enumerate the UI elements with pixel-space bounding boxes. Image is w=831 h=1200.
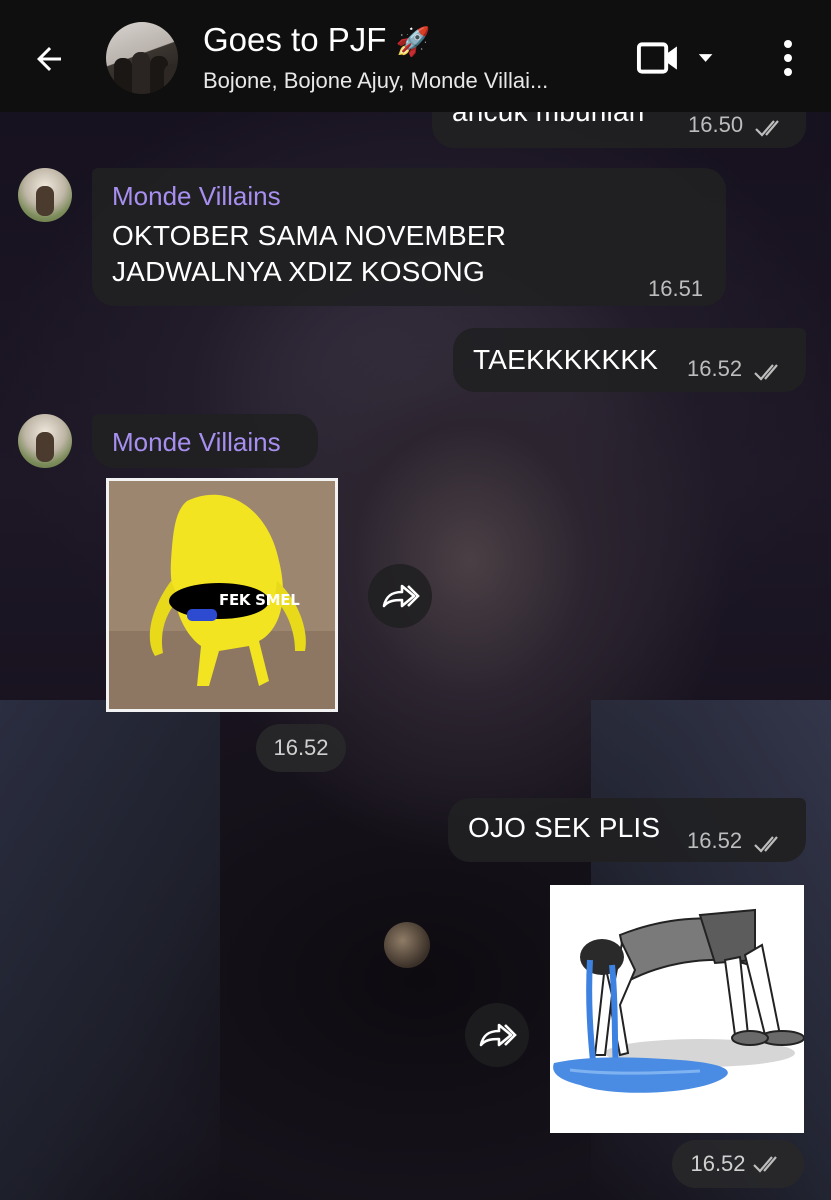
message-time: 16.52 [687, 356, 743, 381]
video-camera-icon [636, 42, 677, 74]
crying-backbend-image [550, 885, 804, 1133]
forward-icon [382, 584, 420, 608]
forward-icon [479, 1023, 517, 1047]
forward-button[interactable] [368, 564, 432, 628]
chat-header: Goes to PJF 🚀 Bojone, Bojone Ajuy, Monde… [0, 0, 831, 112]
message-text: OJO SEK PLIS [468, 812, 661, 843]
more-options-button[interactable] [768, 32, 808, 84]
message-time: 16.51 [648, 276, 704, 301]
message-outgoing[interactable]: OJO SEK PLIS 16.52 [448, 798, 806, 862]
sender-name-bubble[interactable]: Monde Villains [92, 414, 318, 468]
message-outgoing[interactable]: TAEKKKKKKK 16.52 [453, 328, 806, 392]
message-text-line2: JADWALNYA XDIZ KOSONG [112, 256, 485, 287]
double-check-icon [754, 120, 779, 137]
message-text-line1: OKTOBER SAMA NOVEMBER [112, 220, 507, 251]
sender-name[interactable]: Monde Villains [112, 180, 281, 212]
dropdown-triangle-icon [698, 54, 713, 62]
double-check-icon [753, 836, 778, 853]
group-avatar[interactable] [106, 22, 178, 94]
video-call-button[interactable] [636, 36, 720, 80]
back-arrow-icon [37, 47, 61, 71]
sticker-image[interactable] [550, 885, 804, 1133]
message-text: TAEKKKKKKK [473, 344, 659, 375]
chat-title-block[interactable]: Goes to PJF 🚀 Bojone, Bojone Ajuy, Monde… [203, 20, 603, 96]
chat-members: Bojone, Bojone Ajuy, Monde Villai... [203, 68, 549, 93]
sender-avatar[interactable] [18, 414, 72, 468]
back-button[interactable] [22, 32, 76, 86]
more-vert-icon [784, 40, 792, 76]
double-check-icon [753, 364, 778, 381]
sender-name[interactable]: Monde Villains [112, 426, 281, 458]
sticker-time: 16.52 [256, 724, 346, 772]
chat-title: Goes to PJF 🚀 [203, 21, 431, 58]
message-incoming[interactable]: Monde Villains OKTOBER SAMA NOVEMBER JAD… [92, 168, 726, 306]
message-time: 16.52 [687, 828, 743, 853]
sticker-caption: FEK SMEL [219, 591, 300, 609]
rocket-emoji: 🚀 [395, 26, 431, 57]
sticker-image[interactable]: FEK SMEL [106, 478, 338, 712]
message-time: 16.50 [688, 112, 744, 137]
double-check-icon [752, 1156, 777, 1173]
sender-avatar[interactable] [18, 168, 72, 222]
forward-button[interactable] [465, 1003, 529, 1067]
sticker-time: 16.52 [672, 1140, 804, 1188]
